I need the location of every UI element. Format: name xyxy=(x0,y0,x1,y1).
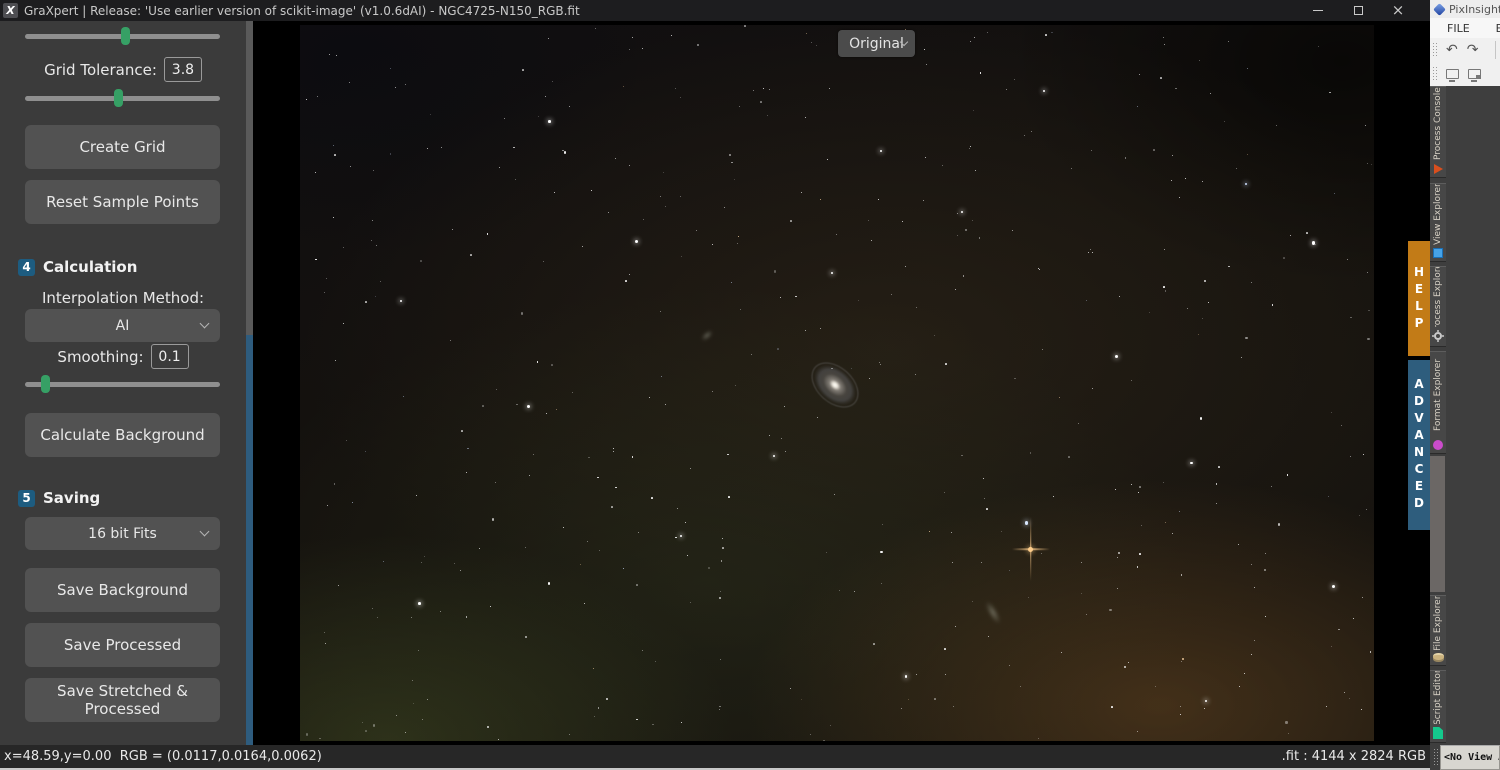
toolbar-drag-handle-icon[interactable] xyxy=(1432,42,1437,58)
smoothing-row: Smoothing: xyxy=(0,344,246,369)
pixinsight-titlebar: PixInsight xyxy=(1430,0,1500,18)
toolbar-separator xyxy=(1495,41,1496,59)
script-editor-icon xyxy=(1433,727,1443,739)
pixinsight-window-edge: PixInsight FILE ED ↶ ↷ Process Console xyxy=(1430,0,1500,770)
dock-tab-process-console[interactable]: Process Console xyxy=(1430,86,1446,178)
step-5-badge: 5 xyxy=(18,489,35,507)
monitor-icon[interactable] xyxy=(1446,69,1459,82)
monitor-badge-icon[interactable] xyxy=(1468,69,1481,82)
faint-galaxy xyxy=(699,328,715,343)
process-console-icon xyxy=(1433,164,1443,174)
app-root: X GraXpert | Release: 'Use earlier versi… xyxy=(0,0,1500,770)
dock-scrollbar-thumb[interactable] xyxy=(1430,456,1445,592)
sidebar: Grid Tolerance: Create Grid Reset Sample… xyxy=(0,21,246,745)
sidebar-scrollbar-track[interactable] xyxy=(246,21,253,335)
process-explorer-icon xyxy=(1434,332,1442,340)
image-canvas: Original xyxy=(253,21,1430,745)
dock-tab-view-explorer[interactable]: View Explorer xyxy=(1430,183,1446,262)
toolbar-drag-handle-icon[interactable] xyxy=(1432,66,1437,82)
calculate-background-button[interactable]: Calculate Background xyxy=(25,413,220,457)
window-controls: × xyxy=(1298,0,1418,21)
statusbar: x=48.59,y=0.00 RGB = (0.0117,0.0164,0.00… xyxy=(0,745,1430,768)
smoothing-slider[interactable] xyxy=(25,375,220,393)
view-selector-dropdown[interactable]: Original xyxy=(838,30,915,57)
drag-handle-icon[interactable] xyxy=(1433,748,1438,766)
pixinsight-dock-strip: Process Console View Explorer Process Ex… xyxy=(1430,86,1500,745)
step-4-badge: 4 xyxy=(18,258,35,276)
save-stretched-processed-button[interactable]: Save Stretched & Processed xyxy=(25,678,220,722)
calculation-header: 4 Calculation xyxy=(18,258,137,276)
smoothing-label: Smoothing: xyxy=(57,347,144,366)
reset-sample-points-button[interactable]: Reset Sample Points xyxy=(25,180,220,224)
undo-icon[interactable]: ↶ xyxy=(1446,43,1458,57)
main-spiral-galaxy xyxy=(799,350,871,421)
pixinsight-view-selector: <No View A xyxy=(1430,745,1500,770)
minimize-icon[interactable] xyxy=(1298,0,1338,21)
advanced-panel-button[interactable]: ADVANCED xyxy=(1408,360,1430,530)
redo-icon[interactable]: ↷ xyxy=(1467,43,1479,57)
file-explorer-icon xyxy=(1432,653,1444,662)
save-background-button[interactable]: Save Background xyxy=(25,568,220,612)
chevron-down-icon xyxy=(199,526,210,537)
smoothing-input[interactable] xyxy=(150,344,189,369)
view-selector-value: Original xyxy=(849,35,904,52)
maximize-icon[interactable] xyxy=(1338,0,1378,21)
help-panel-button[interactable]: HELP xyxy=(1408,241,1430,356)
pixinsight-toolbar: ↶ ↷ xyxy=(1430,38,1500,86)
dock-tab-format-explorer[interactable]: Format Explorer xyxy=(1430,351,1446,454)
file-format-value: 16 bit Fits xyxy=(88,525,157,542)
view-explorer-icon xyxy=(1433,248,1443,258)
image-info-readout: .fit : 4144 x 2824 RGB xyxy=(1281,749,1426,764)
graxpert-logo-icon: X xyxy=(3,3,18,18)
grid-tolerance-input[interactable] xyxy=(163,57,202,82)
saving-title: Saving xyxy=(43,489,101,507)
grid-tolerance-row: Grid Tolerance: xyxy=(0,57,246,82)
calculation-title: Calculation xyxy=(43,258,138,276)
dock-tab-script-editor[interactable]: Script Editor xyxy=(1430,670,1446,743)
interpolation-method-dropdown[interactable]: AI xyxy=(25,309,220,342)
create-grid-button[interactable]: Create Grid xyxy=(25,125,220,169)
pixinsight-menubar: FILE ED xyxy=(1430,18,1500,38)
astro-photo[interactable] xyxy=(300,25,1374,741)
no-view-combo[interactable]: <No View A xyxy=(1440,745,1500,770)
chevron-down-icon xyxy=(199,318,210,329)
saving-header: 5 Saving xyxy=(18,489,100,507)
sidebar-scrollbar-thumb[interactable] xyxy=(246,335,253,745)
window-title: GraXpert | Release: 'Use earlier version… xyxy=(24,3,580,18)
close-icon[interactable]: × xyxy=(1378,0,1418,21)
titlebar: X GraXpert | Release: 'Use earlier versi… xyxy=(0,0,1430,21)
dock-tab-process-explorer[interactable]: Process Explorer xyxy=(1430,266,1446,347)
pixinsight-logo-icon xyxy=(1433,2,1446,16)
dock-tab-file-explorer[interactable]: File Explorer xyxy=(1430,595,1446,666)
pixinsight-title: PixInsight xyxy=(1449,2,1500,16)
grid-tolerance-label: Grid Tolerance: xyxy=(44,60,157,79)
edge-on-galaxy xyxy=(982,598,1004,626)
menu-file[interactable]: FILE xyxy=(1447,22,1470,35)
format-explorer-icon xyxy=(1433,440,1443,450)
cursor-coordinates-readout: x=48.59,y=0.00 RGB = (0.0117,0.0164,0.00… xyxy=(4,749,322,764)
save-processed-button[interactable]: Save Processed xyxy=(25,623,220,667)
interpolation-value: AI xyxy=(115,317,130,334)
file-format-dropdown[interactable]: 16 bit Fits xyxy=(25,517,220,550)
menu-edit[interactable]: ED xyxy=(1496,22,1500,35)
top-slider[interactable] xyxy=(25,27,220,45)
interpolation-label: Interpolation Method: xyxy=(41,289,205,307)
grid-tolerance-slider[interactable] xyxy=(25,89,220,107)
